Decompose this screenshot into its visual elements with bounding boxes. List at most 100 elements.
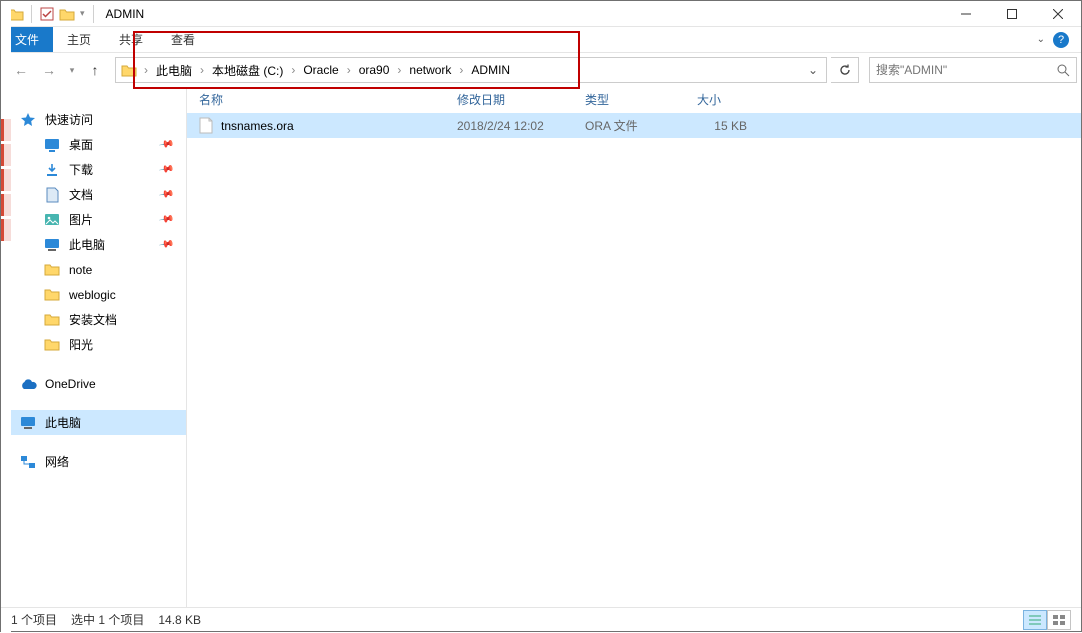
maximize-button[interactable] (989, 1, 1035, 27)
folder-icon (120, 61, 138, 79)
ribbon-right: ⌄ ? (1037, 27, 1081, 52)
sidebar-item-note[interactable]: note (1, 257, 186, 282)
nav-row: ← → ▾ ↑ › 此电脑 › 本地磁盘 (C:) › Oracle › ora… (1, 53, 1081, 87)
window-title: ADMIN (98, 7, 145, 21)
file-name-cell: tnsnames.ora (187, 117, 445, 134)
column-headers: 名称 修改日期 类型 大小 (187, 87, 1081, 113)
minimize-button[interactable] (943, 1, 989, 27)
tab-share[interactable]: 共享 (105, 27, 157, 52)
sidebar-item-downloads[interactable]: 下载 📌 (1, 157, 186, 182)
sidebar-item-weblogic[interactable]: weblogic (1, 282, 186, 307)
address-dropdown-icon[interactable]: ⌄ (800, 63, 826, 77)
left-crop-artifact (1, 1, 11, 633)
sidebar-onedrive[interactable]: OneDrive (1, 371, 186, 396)
chevron-right-icon[interactable]: › (142, 63, 150, 77)
pin-icon: 📌 (158, 186, 175, 202)
breadcrumb-item[interactable]: 本地磁盘 (C:) (206, 58, 289, 82)
sidebar-item-label: 安装文档 (69, 311, 117, 328)
sidebar-item-label: 图片 (69, 211, 93, 228)
cloud-icon (19, 375, 37, 393)
view-details-button[interactable] (1023, 610, 1047, 630)
search-icon[interactable] (1057, 64, 1070, 77)
folder-icon (43, 261, 61, 279)
folder-icon (43, 286, 61, 304)
chevron-right-icon[interactable]: › (457, 63, 465, 77)
tab-view[interactable]: 查看 (157, 27, 209, 52)
sidebar-item-label: OneDrive (45, 377, 96, 391)
refresh-button[interactable] (831, 57, 859, 83)
quick-access-toolbar: ▾ (1, 5, 98, 23)
search-input[interactable] (876, 63, 1057, 77)
document-icon (43, 186, 61, 204)
breadcrumb-item[interactable]: ADMIN (465, 58, 516, 82)
sidebar-quick-access[interactable]: 快速访问 (1, 107, 186, 132)
sidebar-item-pictures[interactable]: 图片 📌 (1, 207, 186, 232)
breadcrumb-item[interactable]: Oracle (297, 58, 344, 82)
file-type: ORA 文件 (573, 117, 685, 134)
ribbon-collapse-icon[interactable]: ⌄ (1037, 34, 1045, 45)
qat-checkbox-icon[interactable] (38, 5, 56, 23)
download-icon (43, 161, 61, 179)
pin-icon: 📌 (158, 211, 175, 227)
file-name: tnsnames.ora (221, 119, 294, 133)
column-size[interactable]: 大小 (685, 91, 765, 108)
forward-button[interactable]: → (37, 58, 61, 82)
chevron-right-icon[interactable]: › (198, 63, 206, 77)
sidebar-item-desktop[interactable]: 桌面 📌 (1, 132, 186, 157)
tab-home[interactable]: 主页 (53, 27, 105, 52)
address-bar[interactable]: › 此电脑 › 本地磁盘 (C:) › Oracle › ora90 › net… (115, 57, 827, 83)
up-button[interactable]: ↑ (83, 58, 107, 82)
divider (31, 5, 32, 23)
desktop-icon (43, 136, 61, 154)
sidebar-item-label: 此电脑 (69, 236, 105, 253)
breadcrumb-item[interactable]: ora90 (353, 58, 396, 82)
pc-icon (19, 414, 37, 432)
chevron-right-icon[interactable]: › (395, 63, 403, 77)
column-date[interactable]: 修改日期 (445, 91, 573, 108)
status-item-count: 1 个项目 (11, 611, 57, 628)
close-button[interactable] (1035, 1, 1081, 27)
pc-icon (43, 236, 61, 254)
sidebar-item-installdocs[interactable]: 安装文档 (1, 307, 186, 332)
sidebar-item-label: 此电脑 (45, 414, 81, 431)
view-switcher (1023, 610, 1071, 630)
column-type[interactable]: 类型 (573, 91, 685, 108)
sidebar-item-label: 文档 (69, 186, 93, 203)
sidebar-network[interactable]: 网络 (1, 449, 186, 474)
file-size: 15 KB (685, 119, 765, 133)
chevron-right-icon[interactable]: › (289, 63, 297, 77)
breadcrumb-item[interactable]: 此电脑 (150, 58, 198, 82)
sidebar-item-label: 桌面 (69, 136, 93, 153)
help-icon[interactable]: ? (1053, 32, 1069, 48)
pin-icon: 📌 (158, 136, 175, 152)
nav-buttons: ← → ▾ ↑ (5, 58, 111, 82)
sidebar-item-label: weblogic (69, 288, 116, 302)
file-row[interactable]: tnsnames.ora 2018/2/24 12:02 ORA 文件 15 K… (187, 113, 1081, 138)
folder-icon (43, 336, 61, 354)
column-name[interactable]: 名称 (187, 91, 445, 108)
title-bar: ▾ ADMIN (1, 1, 1081, 27)
sidebar-thispc[interactable]: 此电脑 (1, 410, 186, 435)
pin-icon: 📌 (158, 236, 175, 252)
view-icons-button[interactable] (1047, 610, 1071, 630)
sidebar-item-label: note (69, 263, 92, 277)
pictures-icon (43, 211, 61, 229)
search-box[interactable] (869, 57, 1077, 83)
folder-icon (43, 311, 61, 329)
qat-dropdown-icon[interactable]: ▾ (78, 8, 87, 19)
back-button[interactable]: ← (9, 58, 33, 82)
ribbon-tabs: 文件 主页 共享 查看 ⌄ ? (1, 27, 1081, 53)
history-dropdown-icon[interactable]: ▾ (65, 58, 79, 82)
folder-icon (58, 5, 76, 23)
file-date: 2018/2/24 12:02 (445, 119, 573, 133)
star-icon (19, 111, 37, 129)
file-list: 名称 修改日期 类型 大小 tnsnames.ora 2018/2/24 12:… (187, 87, 1081, 611)
breadcrumb-item[interactable]: network (403, 58, 457, 82)
sidebar-item-label: 阳光 (69, 336, 93, 353)
sidebar-item-documents[interactable]: 文档 📌 (1, 182, 186, 207)
network-icon (19, 453, 37, 471)
sidebar-item-label: 下载 (69, 161, 93, 178)
chevron-right-icon[interactable]: › (345, 63, 353, 77)
sidebar-item-yangguang[interactable]: 阳光 (1, 332, 186, 357)
sidebar-item-thispc[interactable]: 此电脑 📌 (1, 232, 186, 257)
